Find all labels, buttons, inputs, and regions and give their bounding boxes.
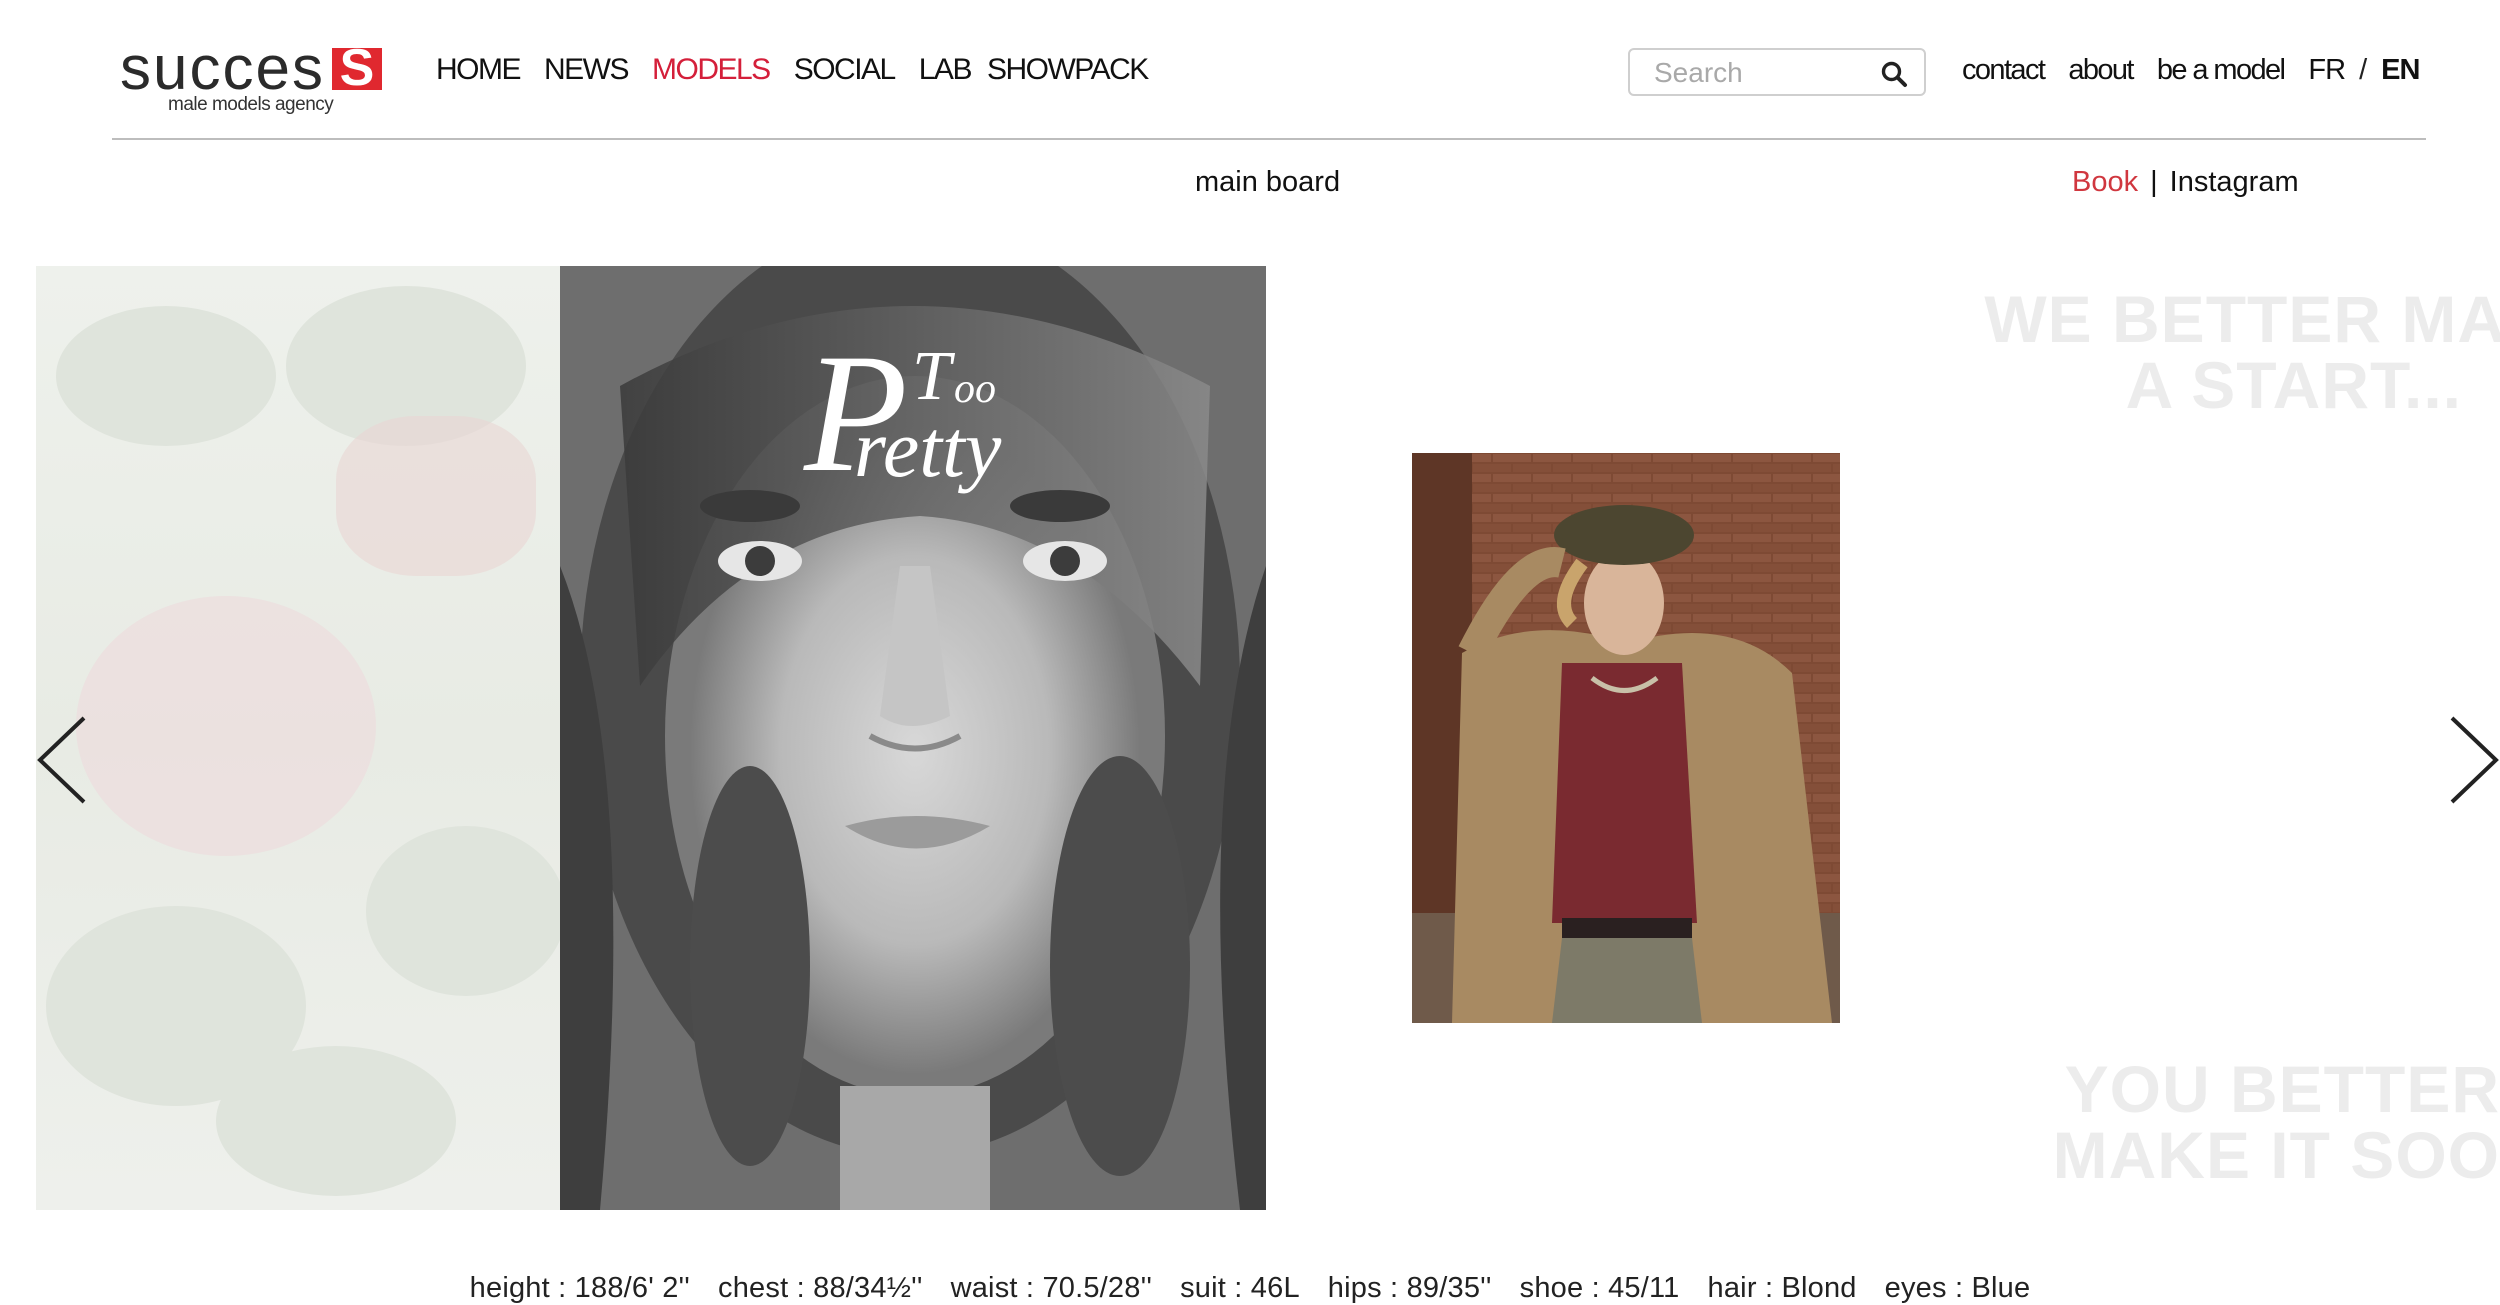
measurement-value: Blond — [1781, 1272, 1857, 1304]
lang-fr[interactable]: FR — [2308, 50, 2346, 90]
measurement-label: hips — [1327, 1272, 1382, 1304]
magazine-masthead: P T oo retty — [804, 328, 1024, 498]
measurement-label: chest — [718, 1272, 789, 1304]
editorial-photo[interactable] — [1412, 453, 1840, 1023]
lang-en[interactable]: EN — [2381, 50, 2420, 90]
contact-link[interactable]: contact — [1962, 50, 2046, 90]
measurement-eyes: eyes : Blue — [1884, 1272, 2031, 1304]
measurement-value: 70.5/28'' — [1042, 1272, 1153, 1304]
faded-credits-block: ​ — [2268, 674, 2368, 685]
logo-tagline: male models agency — [168, 94, 334, 115]
model-measurements: height : 188/6' 2'' chest : 88/34½'' wai… — [0, 1272, 2500, 1305]
measurement-label: suit — [1180, 1272, 1227, 1304]
measurement-chest: chest : 88/34½'' — [718, 1272, 923, 1304]
measurement-value: 45/11 — [1608, 1272, 1680, 1304]
main-nav: HOME NEWS MODELS SOCIAL LAB SHOWPACK — [436, 50, 1172, 90]
nav-social[interactable]: SOCIAL — [794, 50, 897, 90]
measurement-value: 89/35'' — [1406, 1272, 1492, 1304]
measurement-value: 88/34½'' — [813, 1272, 923, 1304]
chevron-left-icon[interactable] — [34, 712, 90, 808]
profile-links: Book | Instagram — [2072, 166, 2299, 199]
be-a-model-link[interactable]: be a model — [2157, 50, 2286, 90]
nav-showpack[interactable]: SHOWPACK — [987, 50, 1149, 90]
measurement-value: 188/6' 2'' — [574, 1272, 691, 1304]
search-input[interactable] — [1652, 54, 1876, 92]
nav-lab[interactable]: LAB — [919, 50, 973, 90]
measurement-hair: hair : Blond — [1707, 1272, 1857, 1304]
measurement-shoe: shoe : 45/11 — [1519, 1272, 1680, 1304]
nav-news[interactable]: NEWS — [544, 50, 630, 90]
search-box — [1628, 48, 1926, 96]
chevron-right-icon[interactable] — [2446, 712, 2500, 808]
ghost-headline-bottom: YOU BETTER MAKE IT SOO — [2053, 1056, 2500, 1188]
masthead-retty: retty — [854, 403, 1002, 494]
ghost-headline-bottom-line2: MAKE IT SOO — [2052, 1118, 2500, 1192]
measurement-hips: hips : 89/35'' — [1327, 1272, 1492, 1304]
previous-photo-faded[interactable] — [36, 266, 566, 1210]
search-icon[interactable] — [1880, 60, 1908, 88]
ghost-headline-top-line2: A START... — [2125, 348, 2462, 422]
instagram-link[interactable]: Instagram — [2170, 166, 2299, 198]
measurement-label: waist — [950, 1272, 1018, 1304]
profile-links-separator: | — [2150, 166, 2158, 198]
about-link[interactable]: about — [2068, 50, 2134, 90]
measurement-label: hair — [1707, 1272, 1757, 1304]
book-link[interactable]: Book — [2072, 166, 2138, 198]
measurement-label: shoe — [1519, 1272, 1584, 1304]
measurement-waist: waist : 70.5/28'' — [950, 1272, 1153, 1304]
measurement-height: height : 188/6' 2'' — [469, 1272, 691, 1304]
agency-logo[interactable]: succes S male models agency — [120, 34, 382, 118]
editorial-image — [1412, 453, 1840, 1023]
header-divider — [112, 138, 2426, 140]
measurement-label: eyes — [1884, 1272, 1947, 1304]
logo-mark: S — [332, 42, 382, 94]
nav-models[interactable]: MODELS — [652, 50, 771, 90]
measurement-label: height — [469, 1272, 550, 1304]
measurement-value: Blue — [1971, 1272, 2031, 1304]
nav-home[interactable]: HOME — [436, 50, 522, 90]
lang-separator: / — [2359, 53, 2368, 86]
ghost-headline-bottom-line1: YOU BETTER — [2064, 1052, 2500, 1126]
ghost-headline-top: WE BETTER MA A START... — [1984, 286, 2500, 418]
portfolio-carousel: P T oo retty WE BETTER MA A START... YOU… — [36, 266, 2500, 1210]
ghost-headline-top-line1: WE BETTER MA — [1984, 282, 2500, 356]
utility-links: contact about be a model FR / EN — [1962, 50, 2420, 90]
masthead-letter-t: T — [912, 338, 951, 415]
measurement-value: 46L — [1250, 1272, 1300, 1304]
logo-wordmark: succes — [120, 34, 325, 103]
board-label: main board — [1195, 166, 1341, 198]
measurement-suit: suit : 46L — [1180, 1272, 1300, 1304]
magazine-cover-photo[interactable]: P T oo retty — [560, 266, 1266, 1210]
